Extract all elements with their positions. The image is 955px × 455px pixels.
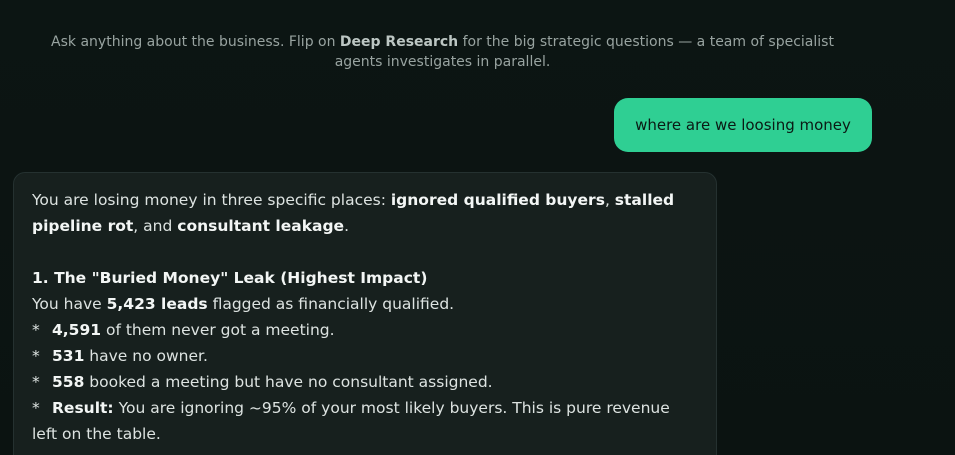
list-item: * 4,591 of them never got a meeting. bbox=[32, 317, 698, 343]
bullet-text: booked a meeting but have no consultant … bbox=[84, 373, 493, 391]
section-1-intro-after: flagged as financially qualified. bbox=[207, 295, 455, 313]
section-1-intro: You have 5,423 leads flagged as financia… bbox=[32, 291, 698, 317]
list-item: * Result: You are ignoring ~95% of your m… bbox=[32, 395, 698, 447]
place-ignored-buyers: ignored qualified buyers bbox=[390, 191, 605, 209]
summary-start: You are losing money in three specific p… bbox=[32, 191, 391, 209]
bullet-marker: * bbox=[32, 373, 40, 391]
intro-text-before: Ask anything about the business. Flip on bbox=[51, 34, 340, 50]
chat-page: Ask anything about the business. Flip on… bbox=[0, 0, 955, 455]
summary-end: . bbox=[344, 217, 350, 235]
place-consultant-leakage: consultant leakage bbox=[177, 217, 345, 235]
user-message-bubble: where are we loosing money bbox=[614, 98, 872, 152]
bullet-text: You are ignoring ~95% of your most likel… bbox=[32, 399, 670, 443]
bullet-marker: * bbox=[32, 347, 40, 365]
bullet-marker: * bbox=[32, 321, 40, 339]
section-1-intro-before: You have bbox=[32, 295, 107, 313]
section-1-heading: 1. The "Buried Money" Leak (Highest Impa… bbox=[32, 265, 698, 291]
list-item: * 558 booked a meeting but have no consul… bbox=[32, 369, 698, 395]
list-item: * 531 have no owner. bbox=[32, 343, 698, 369]
assistant-message-bubble: You are losing money in three specific p… bbox=[13, 172, 717, 455]
bullet-bold: 558 bbox=[52, 373, 85, 391]
section-1-heading-text: 1. The "Buried Money" Leak (Highest Impa… bbox=[32, 269, 428, 287]
bullet-marker: * bbox=[32, 399, 40, 417]
summary-sep-2: , and bbox=[133, 217, 178, 235]
summary-sep-1: , bbox=[604, 191, 615, 209]
qualified-leads-count: 5,423 leads bbox=[106, 295, 208, 313]
bullet-bold: 531 bbox=[52, 347, 85, 365]
bullet-bold: Result: bbox=[52, 399, 114, 417]
bullet-text: have no owner. bbox=[84, 347, 208, 365]
deep-research-label: Deep Research bbox=[339, 34, 459, 50]
assistant-summary: You are losing money in three specific p… bbox=[32, 187, 698, 239]
user-message-text: where are we loosing money bbox=[635, 116, 851, 134]
intro-text: Ask anything about the business. Flip on… bbox=[40, 32, 845, 72]
bullet-bold: 4,591 bbox=[52, 321, 102, 339]
bullet-text: of them never got a meeting. bbox=[101, 321, 335, 339]
